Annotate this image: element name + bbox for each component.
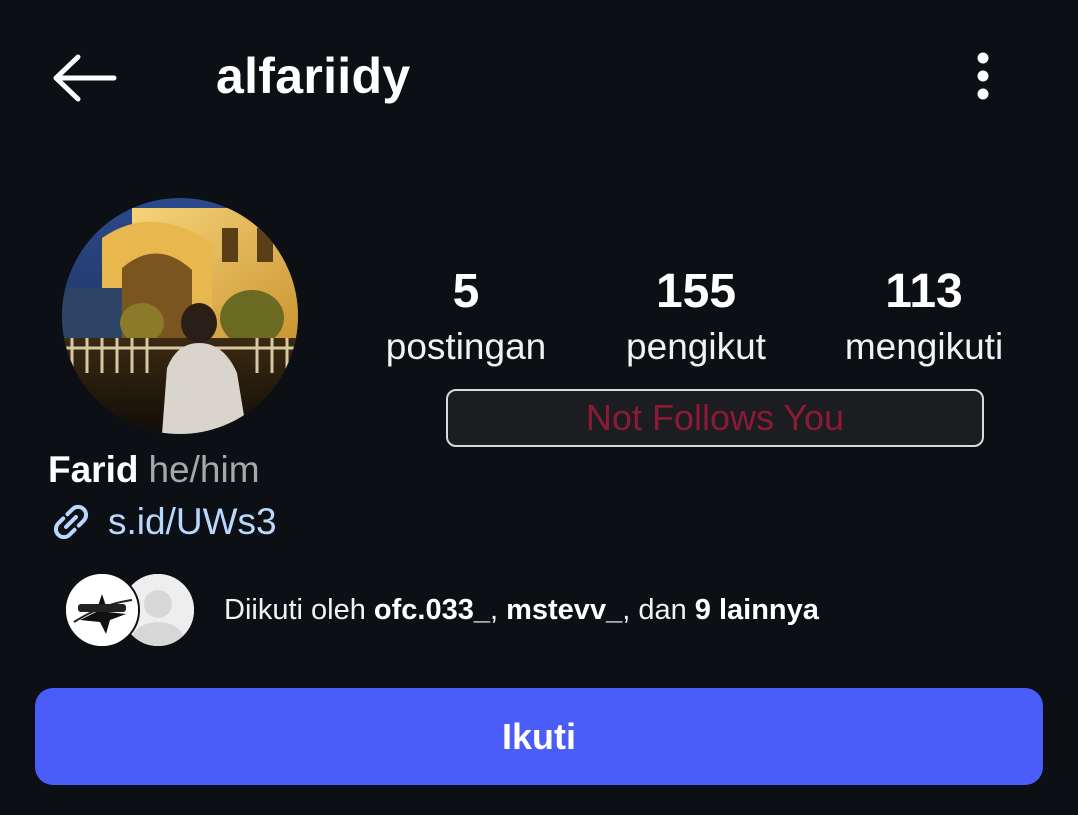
mutual-avatars xyxy=(64,572,198,648)
mutual-user-2: mstevv_ xyxy=(506,593,623,626)
stat-followers[interactable]: 155 pengikut xyxy=(596,262,796,372)
followers-count: 155 xyxy=(655,265,737,318)
following-label: mengikuti xyxy=(844,326,1004,367)
profile-name-row: Farid he/him xyxy=(48,446,260,494)
pronouns: he/him xyxy=(148,449,260,490)
profile-photo xyxy=(62,198,298,434)
posts-label: postingan xyxy=(385,326,547,367)
profile-username: alfariidy xyxy=(216,48,411,104)
followers-label: pengikut xyxy=(626,326,766,367)
more-vertical-icon xyxy=(977,52,989,100)
profile-avatar[interactable] xyxy=(62,198,298,434)
stat-following[interactable]: 113 mengikuti xyxy=(824,262,1024,372)
followed-by-row[interactable]: Diikuti oleh ofc.033_, mstevv_, dan 9 la… xyxy=(64,572,819,648)
profile-screen: alfariidy 5 postingan 155 pengikut 113 m… xyxy=(0,0,1078,815)
back-button[interactable] xyxy=(44,46,122,110)
bio-link[interactable]: s.id/UWs3 xyxy=(48,498,277,546)
display-name: Farid xyxy=(48,449,139,490)
followed-by-separator: , xyxy=(489,593,507,626)
more-options-button[interactable] xyxy=(960,46,1006,106)
not-follows-you-badge: Not Follows You xyxy=(446,389,984,447)
stat-posts[interactable]: 5 postingan xyxy=(366,262,566,372)
following-count: 113 xyxy=(885,265,963,318)
followed-by-prefix: Diikuti oleh xyxy=(224,593,374,626)
arrow-left-icon xyxy=(53,54,117,102)
followed-by-text: Diikuti oleh ofc.033_, mstevv_, dan 9 la… xyxy=(224,594,819,627)
link-icon xyxy=(48,498,96,546)
posts-count: 5 xyxy=(452,265,480,318)
followed-by-and: , dan xyxy=(622,593,695,626)
mutual-user-1: ofc.033_ xyxy=(373,593,490,626)
bio-link-text: s.id/UWs3 xyxy=(108,501,277,542)
follow-button[interactable]: Ikuti xyxy=(35,688,1043,785)
mutual-avatar-1 xyxy=(64,572,140,648)
mutual-others-count: 9 lainnya xyxy=(694,593,819,626)
